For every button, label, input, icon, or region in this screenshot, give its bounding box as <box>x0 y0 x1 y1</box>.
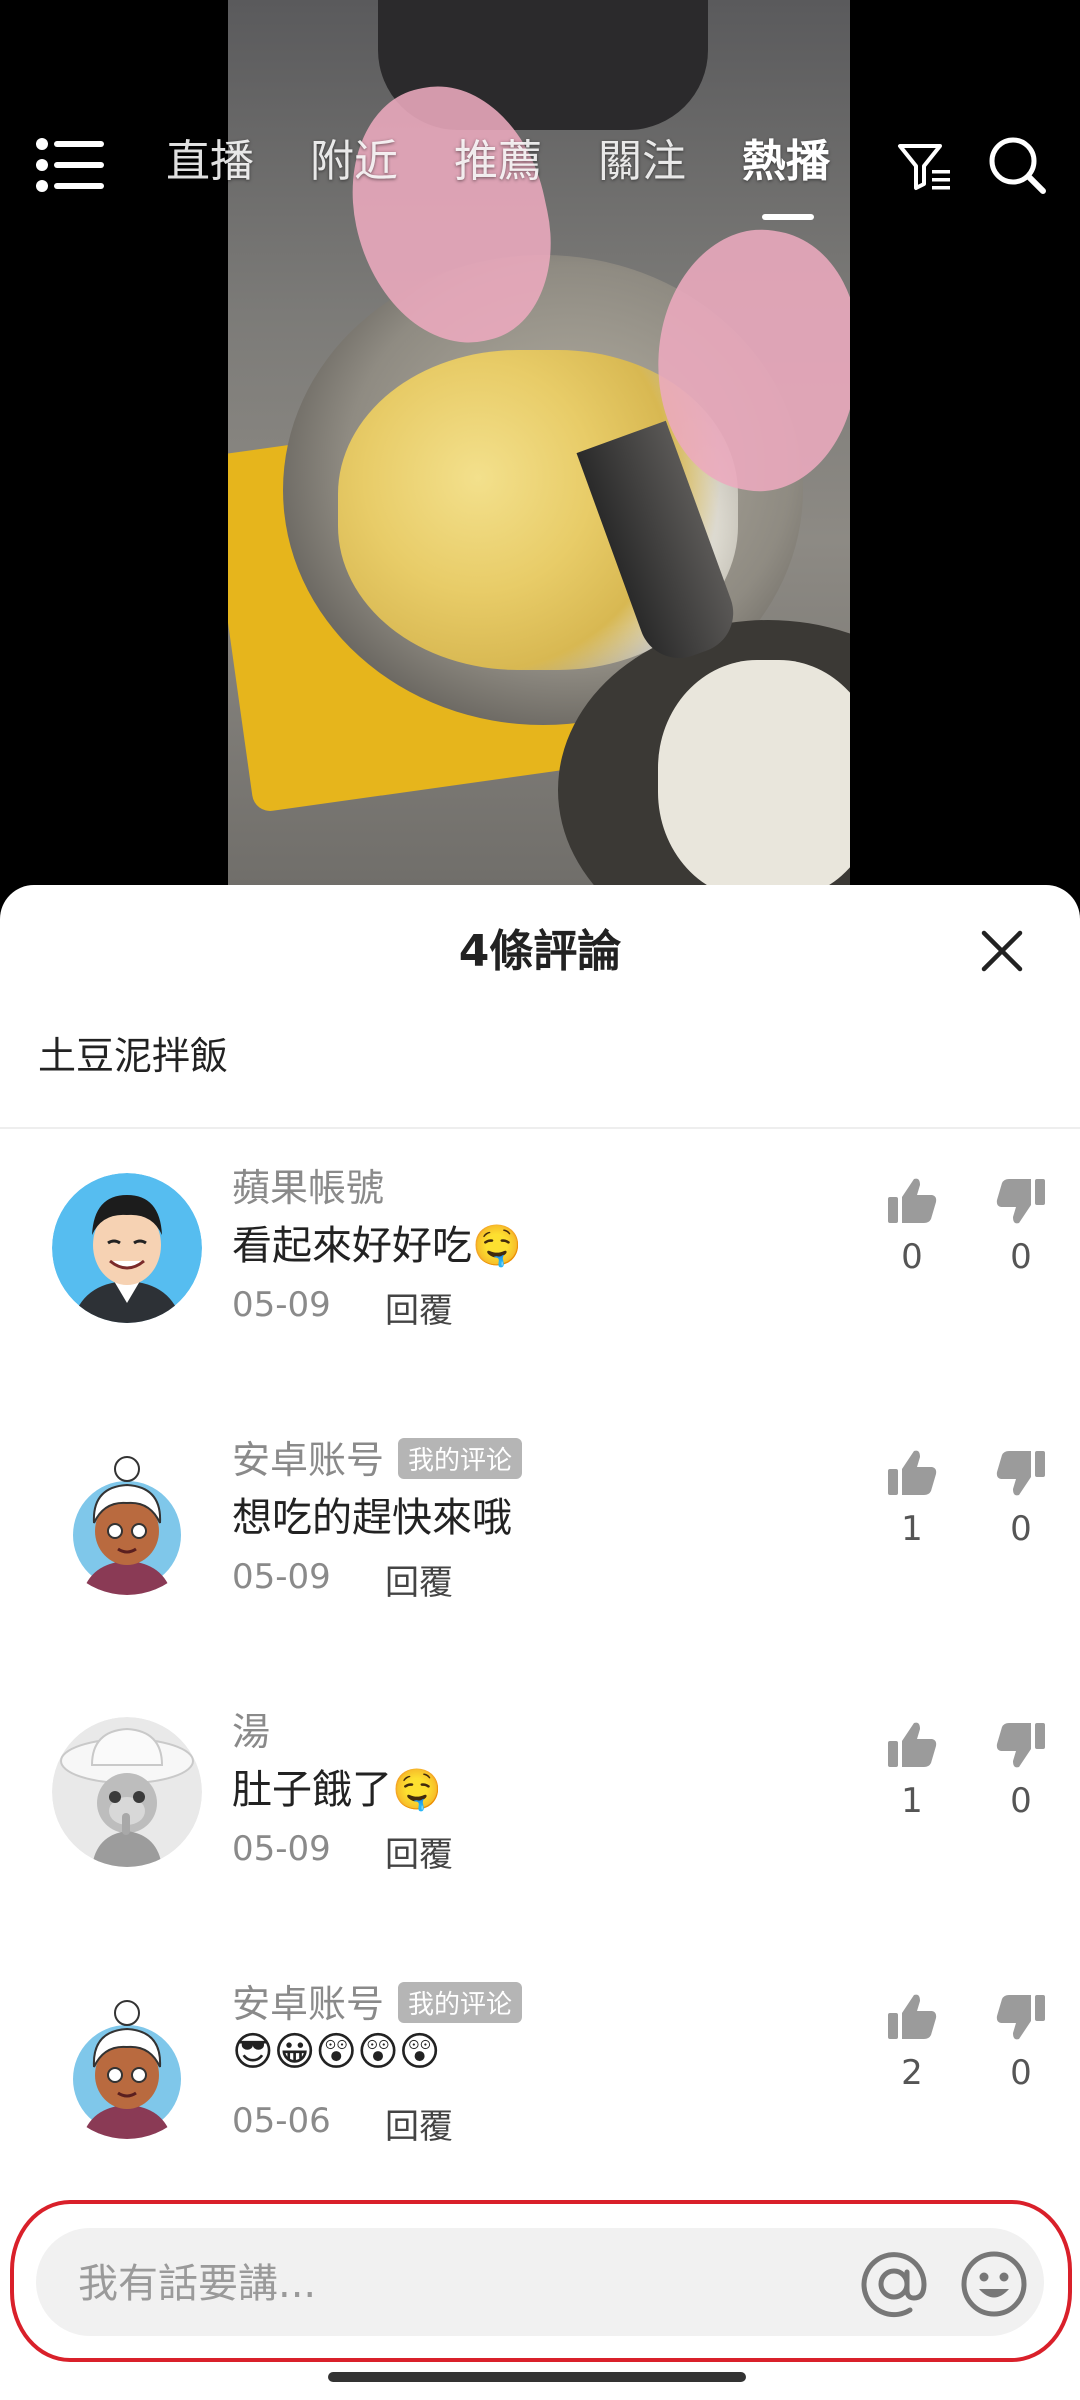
comment-item: 蘋果帳號 看起來好好吃🤤 05-09 回覆 0 0 <box>0 1143 1080 1403</box>
avatar[interactable] <box>52 1717 202 1867</box>
tab-following[interactable]: 關注 <box>598 134 686 190</box>
username-text: 安卓账号 <box>232 1982 385 2026</box>
tab-recommended[interactable]: 推薦 <box>454 134 542 190</box>
tab-trending[interactable]: 熱播 <box>742 134 830 190</box>
comment-input[interactable] <box>76 2248 820 2320</box>
comment-date: 05-06 <box>232 2101 331 2141</box>
avatar[interactable] <box>52 1989 202 2139</box>
comment-username[interactable]: 湯 <box>232 1701 270 1756</box>
thumbs-up-icon[interactable] <box>884 1445 940 1501</box>
thumbs-down-icon[interactable] <box>993 1717 1049 1773</box>
rice <box>658 660 850 900</box>
comments-sheet: 4條評論 土豆泥拌飯 蘋果帳號 看起來好好吃🤤 05-09 回覆 0 0 安卓账… <box>0 885 1080 2400</box>
thumbs-up-icon[interactable] <box>884 1989 940 2045</box>
avatar[interactable] <box>52 1445 202 1595</box>
avatar[interactable] <box>52 1173 202 1323</box>
comment-text: 想吃的趕快來哦 <box>232 1495 512 1541</box>
comment-item: 安卓账号 我的评论 想吃的趕快來哦 05-09 回覆 1 0 <box>0 1415 1080 1675</box>
dislike-count: 0 <box>1010 1509 1032 1549</box>
comment-username[interactable]: 安卓账号 我的评论 <box>232 1429 523 1484</box>
dislike-count: 0 <box>1010 1781 1032 1821</box>
active-tab-indicator <box>762 214 814 220</box>
comment-date: 05-09 <box>232 1557 331 1597</box>
top-nav: 直播 附近 推薦 關注 熱播 <box>0 118 1080 220</box>
username-text: 湯 <box>232 1710 271 1754</box>
comments-count-title: 4條評論 <box>458 926 622 977</box>
like-count: 0 <box>901 1237 923 1277</box>
search-icon[interactable] <box>986 134 1048 196</box>
filter-icon[interactable] <box>894 136 954 196</box>
username-text: 安卓账号 <box>232 1438 385 1482</box>
thumbs-down-icon[interactable] <box>993 1173 1049 1229</box>
thumbs-up-icon[interactable] <box>884 1173 940 1229</box>
comment-item: 湯 肚子餓了🤤 05-09 回覆 1 0 <box>0 1687 1080 1947</box>
comment-text: 😎😀😲😲😲 <box>232 2029 441 2075</box>
reply-button[interactable]: 回覆 <box>385 1283 453 1332</box>
like-count: 2 <box>901 2053 923 2093</box>
close-icon[interactable] <box>970 919 1034 983</box>
reply-button[interactable]: 回覆 <box>385 1555 453 1604</box>
thumbs-down-icon[interactable] <box>993 1989 1049 2045</box>
comment-date: 05-09 <box>232 1829 331 1869</box>
tab-live[interactable]: 直播 <box>166 134 254 190</box>
like-count: 1 <box>901 1781 923 1821</box>
comment-username[interactable]: 蘋果帳號 <box>232 1157 384 1212</box>
like-count: 1 <box>901 1509 923 1549</box>
at-mention-icon[interactable] <box>858 2248 930 2320</box>
dislike-count: 0 <box>1010 1237 1032 1277</box>
reply-button[interactable]: 回覆 <box>385 1827 453 1876</box>
comment-item: 安卓账号 我的评论 😎😀😲😲😲 05-06 回覆 2 0 <box>0 1959 1080 2219</box>
comment-text: 看起來好好吃🤤 <box>232 1223 522 1269</box>
menu-icon[interactable] <box>36 138 106 192</box>
emoji-icon[interactable] <box>958 2248 1030 2320</box>
my-comment-badge: 我的评论 <box>398 1982 523 2023</box>
dislike-count: 0 <box>1010 2053 1032 2093</box>
video-caption: 土豆泥拌飯 <box>38 1034 229 1078</box>
comment-text: 肚子餓了🤤 <box>232 1767 442 1813</box>
home-indicator[interactable] <box>328 2372 746 2382</box>
username-text: 蘋果帳號 <box>232 1166 385 1210</box>
my-comment-badge: 我的评论 <box>398 1438 523 1479</box>
divider <box>0 1127 1080 1129</box>
reply-button[interactable]: 回覆 <box>385 2099 453 2148</box>
comment-username[interactable]: 安卓账号 我的评论 <box>232 1973 523 2028</box>
comment-date: 05-09 <box>232 1285 331 1325</box>
tab-nearby[interactable]: 附近 <box>310 134 398 190</box>
thumbs-down-icon[interactable] <box>993 1445 1049 1501</box>
thumbs-up-icon[interactable] <box>884 1717 940 1773</box>
